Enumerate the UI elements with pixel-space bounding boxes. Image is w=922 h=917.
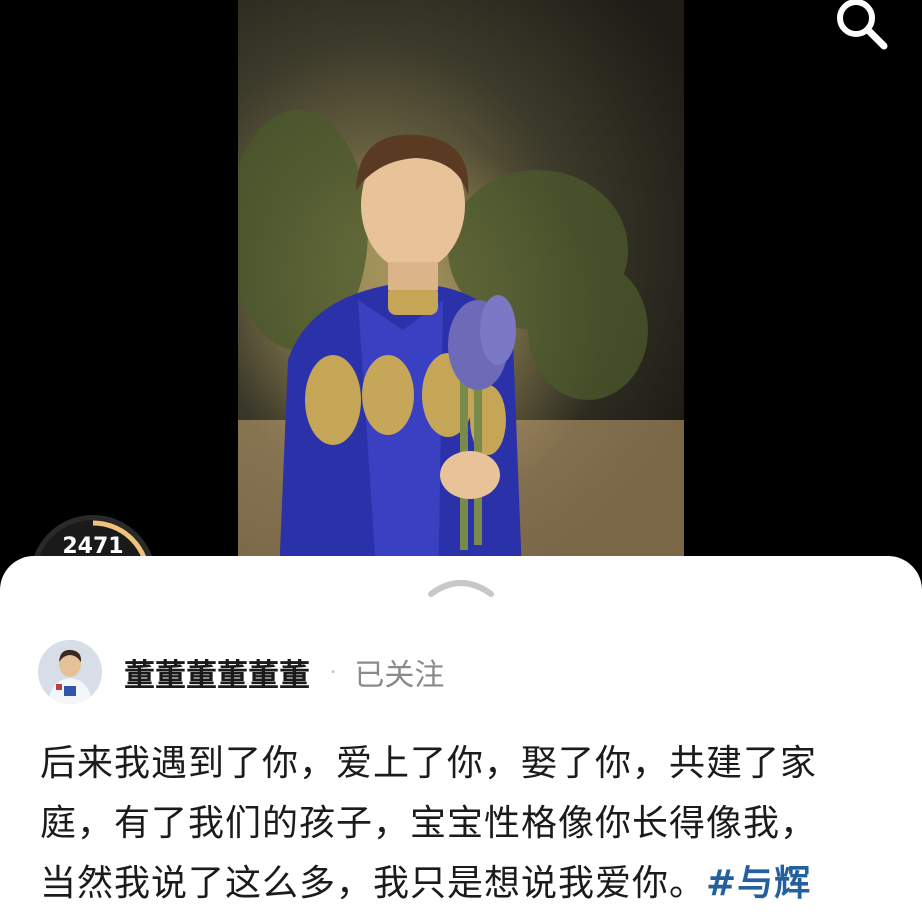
- chevron-up-icon: [428, 580, 494, 597]
- avatar[interactable]: [38, 640, 102, 704]
- search-icon: [837, 0, 888, 50]
- author-name[interactable]: 董董董董董董: [124, 650, 310, 695]
- post-detail-sheet: 董董董董董董 · 已关注 后来我遇到了你，爱上了你，娶了你，共建了家 庭，有了我…: [0, 556, 922, 917]
- follow-status-button[interactable]: 已关注: [354, 650, 444, 694]
- caption-line-3-text: 当然我说了这么多，我只是想说我爱你。: [40, 863, 707, 904]
- separator-dot: ·: [330, 660, 337, 684]
- avatar-image: [38, 640, 102, 704]
- caption-line-1: 后来我遇到了你，爱上了你，娶了你，共建了家: [40, 743, 818, 784]
- video-still-image: [238, 110, 684, 600]
- caption-line-2: 庭，有了我们的孩子，宝宝性格像你长得像我，: [40, 803, 818, 844]
- collapse-handle[interactable]: [426, 576, 496, 598]
- author-row: 董董董董董董 · 已关注: [38, 640, 444, 704]
- search-button[interactable]: [826, 0, 890, 52]
- caption-line-3: 当然我说了这么多，我只是想说我爱你。#与辉: [40, 854, 890, 914]
- video-frame[interactable]: [238, 0, 684, 600]
- hashtag-link[interactable]: #与辉: [706, 863, 811, 904]
- post-caption: 后来我遇到了你，爱上了你，娶了你，共建了家 庭，有了我们的孩子，宝宝性格像你长得…: [40, 734, 890, 914]
